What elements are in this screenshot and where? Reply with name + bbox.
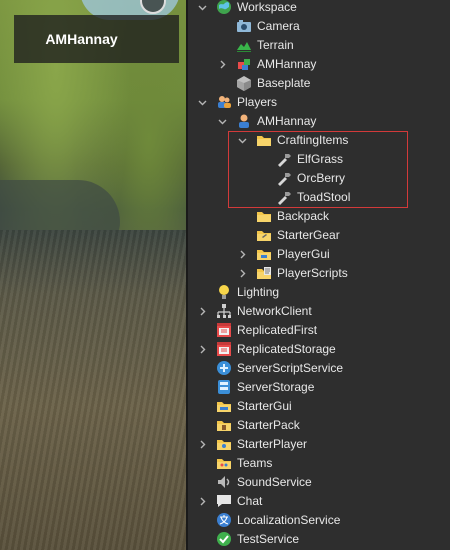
explorer-item-label: Workspace [237,0,297,14]
test-service-icon [216,531,232,547]
sound-service-icon [216,474,232,490]
teams-icon [216,455,232,471]
explorer-item-playerscripts[interactable]: PlayerScripts [188,264,450,283]
explorer-item-workspace[interactable]: Workspace [188,0,450,17]
model-icon [236,56,252,72]
player-name-label: AMHannay [45,31,118,47]
chevron-down-icon[interactable] [196,0,208,17]
explorer-item-startergear[interactable]: StarterGear [188,226,450,245]
highlight-box [228,131,408,208]
explorer-item-starterpack[interactable]: StarterPack [188,416,450,435]
starter-player-icon [216,436,232,452]
server-storage-icon [216,379,232,395]
chevron-right-icon[interactable] [236,245,248,264]
player-gui-icon [256,246,272,262]
workspace-icon [216,0,232,15]
lighting-icon [216,284,232,300]
explorer-item-label: ServerStorage [237,380,315,394]
replicated-storage-icon [216,341,232,357]
server-script-service-icon [216,360,232,376]
explorer-item-label: LocalizationService [237,513,341,527]
explorer-item-chat[interactable]: Chat [188,492,450,511]
chat-icon [216,493,232,509]
explorer-item-label: SoundService [237,475,312,489]
terrain-icon [236,37,252,53]
dirt-terrain [0,230,186,550]
explorer-item-camera[interactable]: Camera [188,17,450,36]
explorer-item-label: NetworkClient [237,304,312,318]
explorer-item-localizationservice[interactable]: LocalizationService [188,511,450,530]
players-icon [216,94,232,110]
explorer-item-teams[interactable]: Teams [188,454,450,473]
explorer-item-label: ServerScriptService [237,361,344,375]
explorer-item-label: Chat [237,494,263,508]
game-viewport[interactable]: AMHannay [0,0,186,550]
explorer-item-label: Lighting [237,285,280,299]
network-client-icon [216,303,232,319]
explorer-item-label: Players [237,95,278,109]
chevron-down-icon[interactable] [216,112,228,131]
explorer-panel: Workspace Camera Terrain AMHannay Baseplate P… [188,0,450,550]
backpack-folder-icon [256,208,272,224]
player-name-tag: AMHannay [14,15,179,63]
chevron-down-icon[interactable] [196,93,208,112]
explorer-item-soundservice[interactable]: SoundService [188,473,450,492]
explorer-item-label: PlayerGui [277,247,330,261]
chevron-right-icon[interactable] [196,492,208,511]
explorer-item-starterplayer[interactable]: StarterPlayer [188,435,450,454]
explorer-item-serverstorage[interactable]: ServerStorage [188,378,450,397]
replicated-first-icon [216,322,232,338]
explorer-item-label: StarterGui [237,399,292,413]
explorer-item-label: StarterGear [277,228,340,242]
explorer-item-lighting[interactable]: Lighting [188,283,450,302]
explorer-item-label: Teams [237,456,273,470]
explorer-item-replicatedstorage[interactable]: ReplicatedStorage [188,340,450,359]
part-icon [236,75,252,91]
chevron-right-icon[interactable] [196,302,208,321]
chevron-right-icon[interactable] [236,264,248,283]
explorer-item-label: StarterPack [237,418,300,432]
explorer-item-label: PlayerScripts [277,266,348,280]
chevron-right-icon[interactable] [196,435,208,454]
explorer-item-backpack[interactable]: Backpack [188,207,450,226]
camera-icon [236,18,252,34]
explorer-item-label: ReplicatedStorage [237,342,336,356]
starter-pack-icon [216,417,232,433]
explorer-item-amhannay[interactable]: AMHannay [188,112,450,131]
explorer-item-players[interactable]: Players [188,93,450,112]
explorer-item-startergui[interactable]: StarterGui [188,397,450,416]
localization-service-icon [216,512,232,528]
explorer-item-amhannay[interactable]: AMHannay [188,55,450,74]
explorer-item-label: TestService [237,532,300,546]
chevron-right-icon[interactable] [216,55,228,74]
explorer-item-label: StarterPlayer [237,437,308,451]
explorer-item-serverscriptservice[interactable]: ServerScriptService [188,359,450,378]
explorer-item-label: Terrain [257,38,294,52]
explorer-item-networkclient[interactable]: NetworkClient [188,302,450,321]
explorer-item-label: AMHannay [257,57,317,71]
chevron-right-icon[interactable] [196,340,208,359]
explorer-item-playergui[interactable]: PlayerGui [188,245,450,264]
explorer-item-label: ReplicatedFirst [237,323,318,337]
explorer-item-label: AMHannay [257,114,317,128]
explorer-item-label: Camera [257,19,300,33]
explorer-item-testservice[interactable]: TestService [188,530,450,549]
explorer-item-label: Baseplate [257,76,311,90]
explorer-item-terrain[interactable]: Terrain [188,36,450,55]
explorer-item-baseplate[interactable]: Baseplate [188,74,450,93]
player-scripts-icon [256,265,272,281]
starter-gui-icon [216,398,232,414]
starter-gear-icon [256,227,272,243]
explorer-item-replicatedfirst[interactable]: ReplicatedFirst [188,321,450,340]
explorer-item-label: Backpack [277,209,330,223]
player-icon [236,113,252,129]
